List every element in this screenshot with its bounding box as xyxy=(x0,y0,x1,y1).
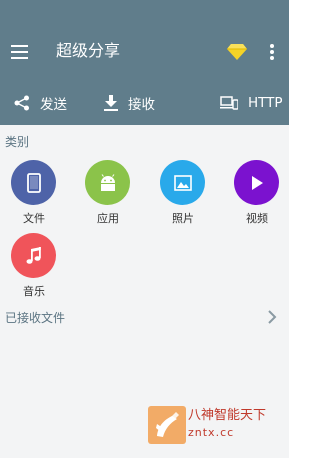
watermark-url: zntx.cc xyxy=(188,426,235,439)
tab-receive-label: 接收 xyxy=(128,96,155,113)
devices-icon xyxy=(220,95,238,110)
app-bar: 超级分享 发送 接收 HTTP xyxy=(0,0,289,125)
play-icon xyxy=(251,175,263,190)
category-apps-circle xyxy=(85,160,130,205)
category-music-label: 音乐 xyxy=(23,285,45,298)
tab-http-label: HTTP xyxy=(248,94,283,111)
menu-icon[interactable] xyxy=(11,45,28,59)
watermark-title: 八神智能天下 xyxy=(188,408,267,423)
tab-send[interactable]: 发送 xyxy=(14,80,67,125)
toolbar: 超级分享 xyxy=(0,24,289,80)
music-note-icon xyxy=(26,246,41,264)
diamond-icon[interactable] xyxy=(227,43,247,60)
category-photos[interactable]: 照片 xyxy=(153,160,213,240)
download-icon xyxy=(104,94,118,111)
category-music[interactable]: 音乐 xyxy=(4,233,64,313)
tab-send-label: 发送 xyxy=(40,96,67,113)
category-apps-label: 应用 xyxy=(97,212,119,225)
received-files-label: 已接收文件 xyxy=(5,311,66,325)
category-files[interactable]: 文件 xyxy=(4,160,64,240)
category-videos[interactable]: 视频 xyxy=(227,160,287,240)
category-files-circle xyxy=(11,160,56,205)
category-apps[interactable]: 应用 xyxy=(78,160,138,240)
share-icon xyxy=(14,95,29,110)
chevron-right-icon xyxy=(268,310,277,324)
categories-heading: 类别 xyxy=(5,135,30,149)
app-title: 超级分享 xyxy=(56,41,121,60)
more-options-icon[interactable] xyxy=(270,44,274,60)
category-videos-circle xyxy=(234,160,279,205)
category-files-label: 文件 xyxy=(23,212,45,225)
received-files-row[interactable]: 已接收文件 xyxy=(0,303,289,333)
watermark: 八神智能天下 zntx.cc xyxy=(148,406,278,444)
category-music-circle xyxy=(11,233,56,278)
status-bar xyxy=(0,0,289,24)
category-photos-label: 照片 xyxy=(172,212,194,225)
category-photos-circle xyxy=(160,160,205,205)
category-videos-label: 视频 xyxy=(246,212,268,225)
phone-icon xyxy=(26,172,41,193)
android-icon xyxy=(100,173,115,191)
tab-bar: 发送 接收 HTTP xyxy=(0,80,289,125)
photo-icon xyxy=(173,174,192,191)
watermark-logo-icon xyxy=(148,406,186,444)
tab-receive[interactable]: 接收 xyxy=(104,80,155,125)
tab-http[interactable]: HTTP xyxy=(220,80,283,125)
